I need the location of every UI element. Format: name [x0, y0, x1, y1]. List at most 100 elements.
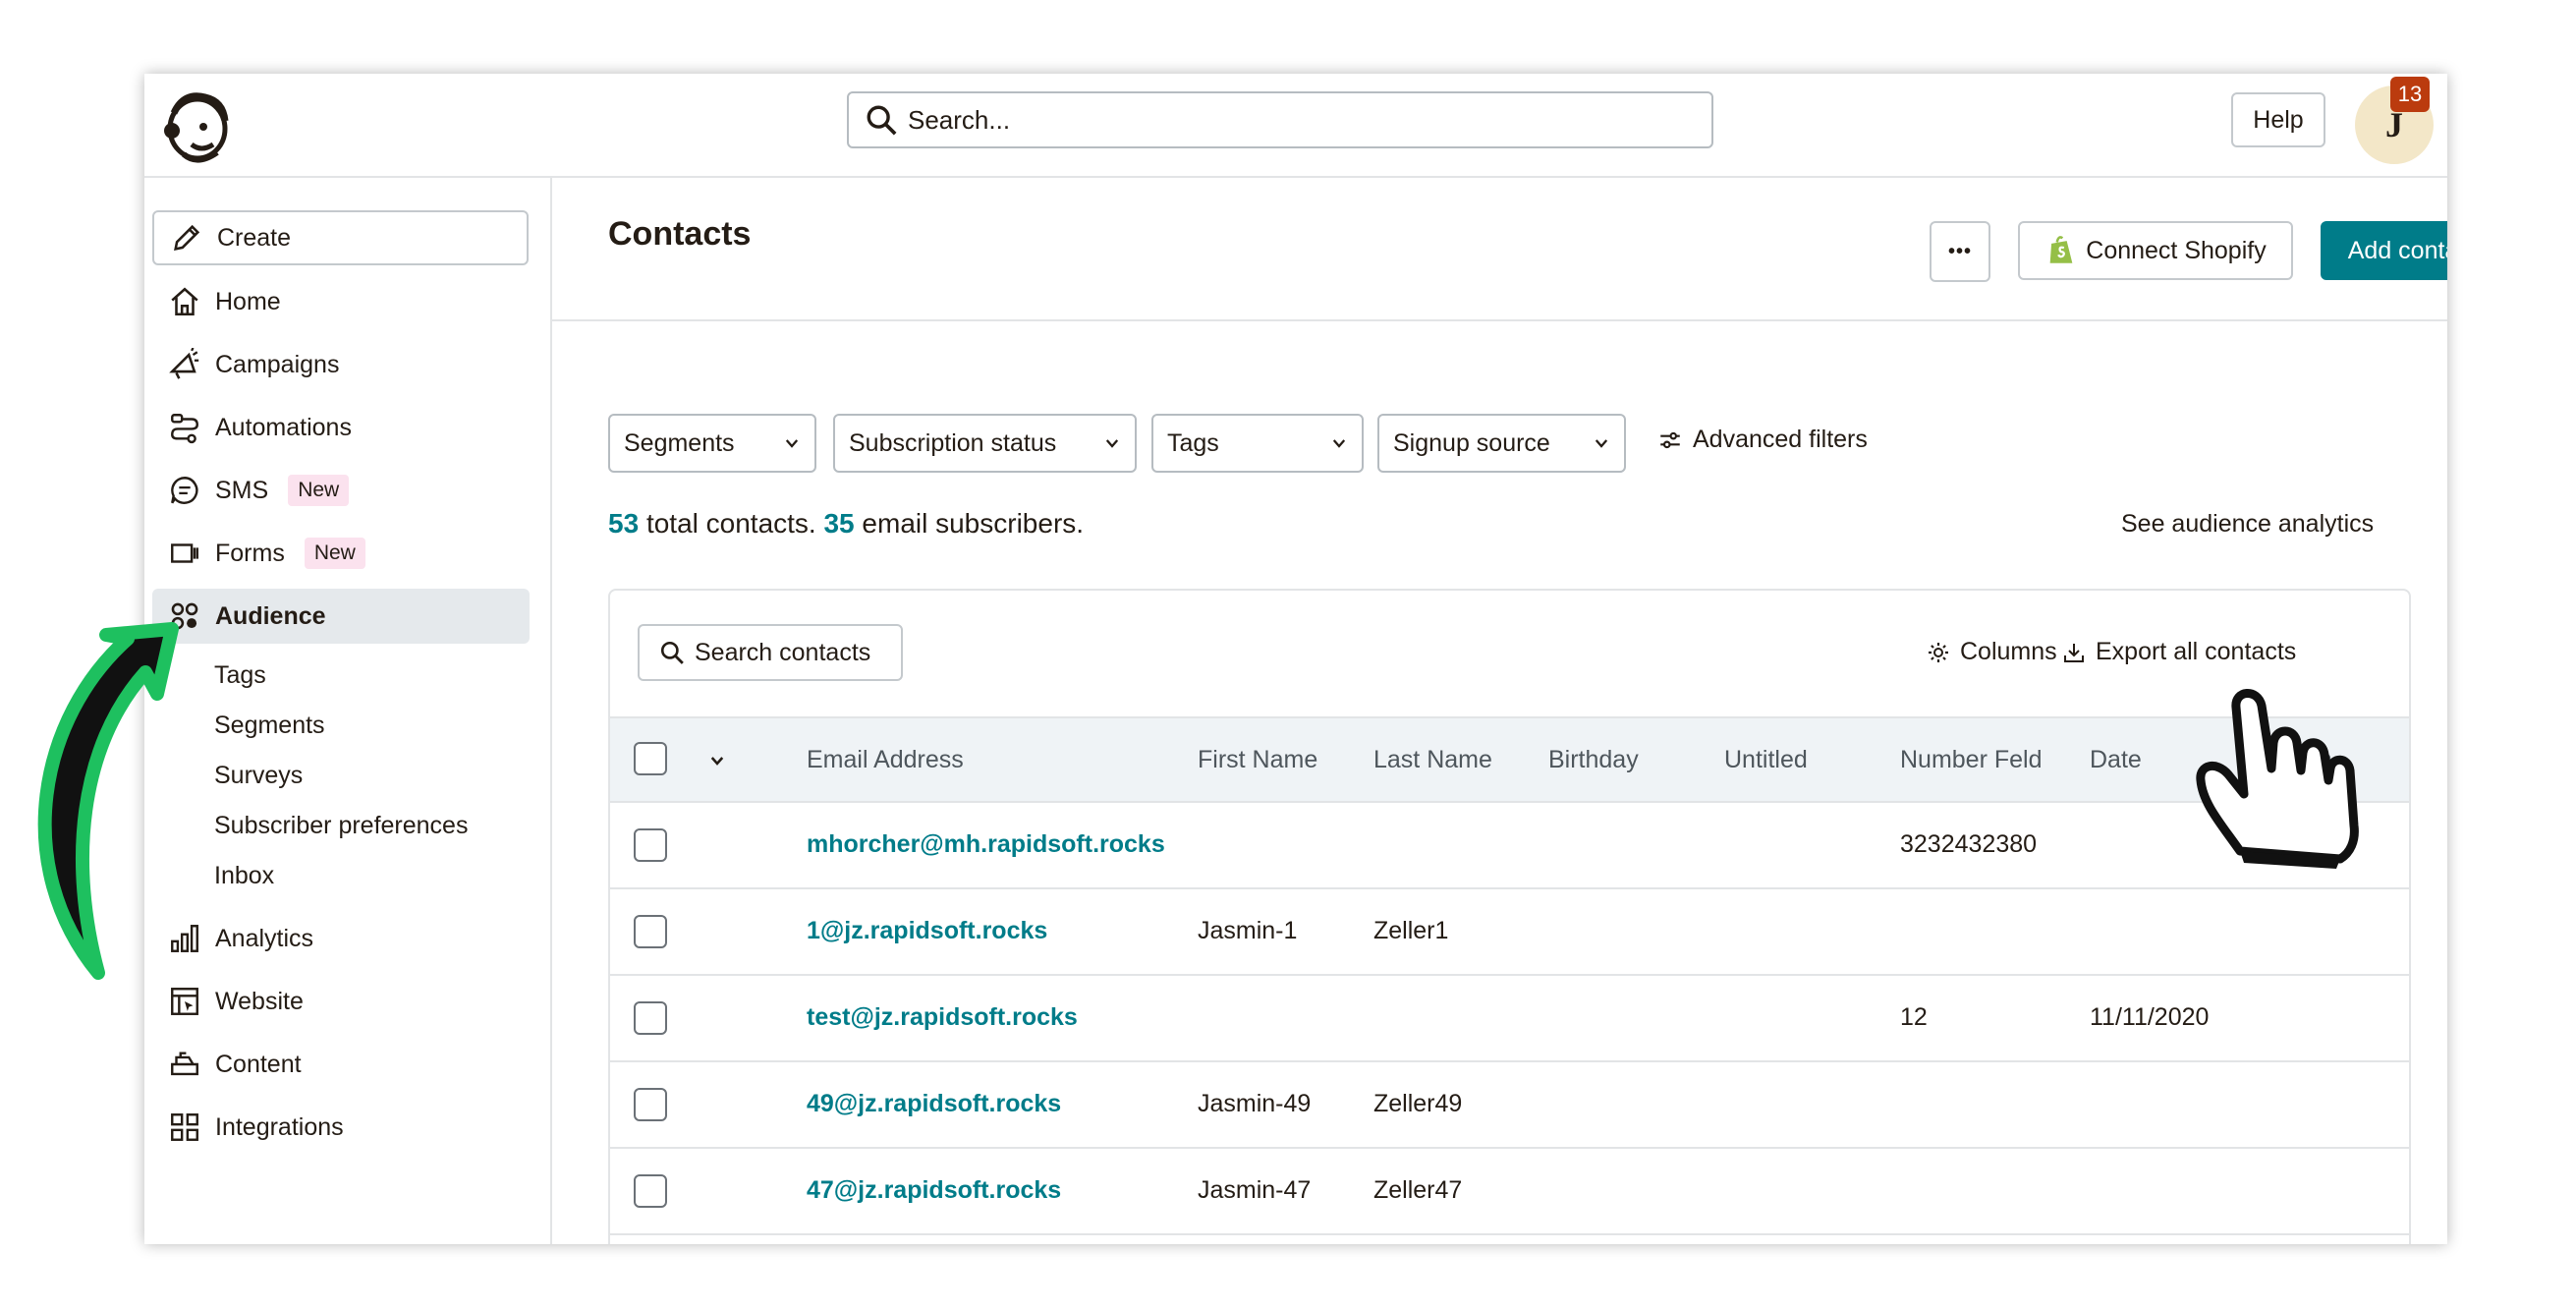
table-header: Email Address First Name Last Name Birth…: [610, 716, 2409, 803]
sliders-icon: [1660, 431, 1680, 448]
connect-shopify-button[interactable]: Connect Shopify: [2018, 221, 2293, 280]
segments-filter[interactable]: Segments: [608, 414, 816, 473]
sidebar-item-automations[interactable]: Automations: [152, 400, 530, 455]
search-placeholder: Search...: [908, 104, 1011, 135]
sidebar-item-label: Analytics: [215, 924, 314, 952]
grid-icon: [171, 1113, 198, 1141]
bar-chart-icon: [171, 925, 198, 952]
column-header-number-feld[interactable]: Number Feld: [1900, 746, 2043, 774]
column-header-email[interactable]: Email Address: [807, 746, 964, 774]
sidebar-item-analytics[interactable]: Analytics: [152, 911, 530, 966]
signup-source-filter-label: Signup source: [1393, 428, 1550, 457]
contacts-table-card: Search contacts Columns Export all conta…: [608, 589, 2411, 1244]
subscription-status-filter[interactable]: Subscription status: [833, 414, 1137, 473]
sidebar-item-home[interactable]: Home: [152, 274, 530, 329]
segments-filter-label: Segments: [624, 428, 735, 457]
audience-analytics-link[interactable]: See audience analytics: [2121, 510, 2374, 539]
first-name-cell: Jasmin-47: [1198, 1176, 1312, 1204]
sidebar-item-forms[interactable]: Forms New: [152, 526, 530, 581]
table-row[interactable]: test@jz.rapidsoft.rocks 12 11/11/2020: [610, 976, 2409, 1062]
sidebar-subitem-inbox[interactable]: Inbox: [214, 862, 274, 890]
date-cell: 11/11/2020: [2090, 1003, 2210, 1031]
column-header-last-name[interactable]: Last Name: [1373, 746, 1492, 774]
last-name-cell: Zeller47: [1373, 1176, 1463, 1204]
chevron-down-icon: [785, 439, 799, 448]
search-icon: [660, 641, 684, 664]
column-header-first-name[interactable]: First Name: [1198, 746, 1317, 774]
main-content: Contacts ••• Connect Shopify Add contact…: [552, 178, 2447, 1244]
first-name-cell: Jasmin-1: [1198, 917, 1298, 944]
table-row[interactable]: 47@jz.rapidsoft.rocks Jasmin-47 Zeller47: [610, 1149, 2409, 1235]
notification-badge: 13: [2390, 77, 2430, 112]
contacts-summary: 53 total contacts. 35 email subscribers.: [608, 508, 1084, 540]
last-name-cell: Zeller1: [1373, 917, 1449, 944]
sidebar-item-website[interactable]: Website: [152, 974, 530, 1029]
sidebar-item-label: Automations: [215, 413, 352, 441]
total-contacts-count: 53: [608, 508, 640, 539]
row-checkbox[interactable]: [634, 1001, 667, 1035]
column-header-date[interactable]: Date: [2090, 746, 2142, 774]
table-row[interactable]: 1@jz.rapidsoft.rocks Jasmin-1 Zeller1: [610, 889, 2409, 976]
row-checkbox[interactable]: [634, 1174, 667, 1208]
sidebar-item-campaigns[interactable]: Campaigns: [152, 337, 530, 392]
sidebar-item-label: SMS: [215, 476, 269, 504]
last-name-cell: Zeller49: [1373, 1090, 1463, 1117]
columns-label: Columns: [1960, 638, 2057, 665]
app-window: Search... Help J 13 Create Home Campaign…: [144, 74, 2447, 1244]
tags-filter-label: Tags: [1167, 428, 1219, 457]
sidebar-subitem-subscriber-preferences[interactable]: Subscriber preferences: [214, 812, 468, 840]
chat-icon: [171, 477, 198, 504]
sidebar-subitem-surveys[interactable]: Surveys: [214, 762, 303, 790]
search-contacts-button[interactable]: Search contacts: [638, 624, 903, 681]
sidebar-subitem-segments[interactable]: Segments: [214, 711, 325, 740]
more-options-button[interactable]: •••: [1930, 221, 1990, 282]
first-name-cell: Jasmin-49: [1198, 1090, 1312, 1117]
email-cell[interactable]: 47@jz.rapidsoft.rocks: [807, 1176, 1061, 1205]
sidebar-item-label: Campaigns: [215, 350, 340, 378]
website-icon: [171, 988, 198, 1015]
sidebar-item-integrations[interactable]: Integrations: [152, 1100, 530, 1155]
table-row[interactable]: 49@jz.rapidsoft.rocks Jasmin-49 Zeller49: [610, 1062, 2409, 1149]
email-subscribers-text: email subscribers.: [862, 508, 1085, 539]
row-checkbox[interactable]: [634, 1088, 667, 1121]
email-cell[interactable]: test@jz.rapidsoft.rocks: [807, 1003, 1078, 1032]
header-divider: [552, 319, 2447, 321]
select-all-checkbox[interactable]: [634, 742, 667, 775]
number-cell: 12: [1900, 1003, 1928, 1031]
email-subscribers-count: 35: [823, 508, 855, 539]
create-button[interactable]: Create: [152, 210, 529, 265]
export-all-contacts-button[interactable]: Export all contacts: [2062, 638, 2296, 666]
tags-filter[interactable]: Tags: [1151, 414, 1364, 473]
column-header-birthday[interactable]: Birthday: [1548, 746, 1639, 774]
mailchimp-logo-icon[interactable]: [154, 84, 237, 166]
row-checkbox[interactable]: [634, 828, 667, 862]
signup-source-filter[interactable]: Signup source: [1377, 414, 1626, 473]
sidebar-item-label: Audience: [215, 601, 326, 630]
email-cell[interactable]: 1@jz.rapidsoft.rocks: [807, 917, 1047, 945]
sidebar-item-sms[interactable]: SMS New: [152, 463, 530, 518]
add-contacts-button[interactable]: Add contacts: [2321, 221, 2447, 280]
row-checkbox[interactable]: [634, 915, 667, 948]
advanced-filters-button[interactable]: Advanced filters: [1657, 426, 1868, 454]
shopify-icon: [2049, 236, 2073, 263]
new-badge: New: [304, 538, 365, 569]
sidebar-item-label: Home: [215, 287, 281, 315]
help-button[interactable]: Help: [2231, 92, 2325, 147]
download-icon: [2064, 643, 2084, 662]
email-cell[interactable]: mhorcher@mh.rapidsoft.rocks: [807, 830, 1165, 859]
sidebar-item-audience[interactable]: Audience: [152, 589, 530, 644]
email-cell[interactable]: 49@jz.rapidsoft.rocks: [807, 1090, 1061, 1118]
connect-shopify-label: Connect Shopify: [2086, 236, 2267, 264]
table-row[interactable]: mhorcher@mh.rapidsoft.rocks 3232432380: [610, 803, 2409, 889]
column-header-num[interactable]: Num: [2280, 746, 2332, 774]
audience-icon: [171, 602, 198, 630]
form-icon: [171, 543, 198, 563]
sidebar-item-content[interactable]: Content: [152, 1037, 530, 1092]
sidebar-item-label: Website: [215, 987, 304, 1015]
column-header-untitled[interactable]: Untitled: [1724, 746, 1808, 774]
columns-button[interactable]: Columns: [1927, 638, 2057, 666]
number-cell: 3232432380: [1900, 830, 2038, 858]
global-search-input[interactable]: Search...: [847, 91, 1713, 148]
chevron-down-icon[interactable]: [708, 752, 726, 769]
sidebar-subitem-tags[interactable]: Tags: [214, 661, 266, 690]
